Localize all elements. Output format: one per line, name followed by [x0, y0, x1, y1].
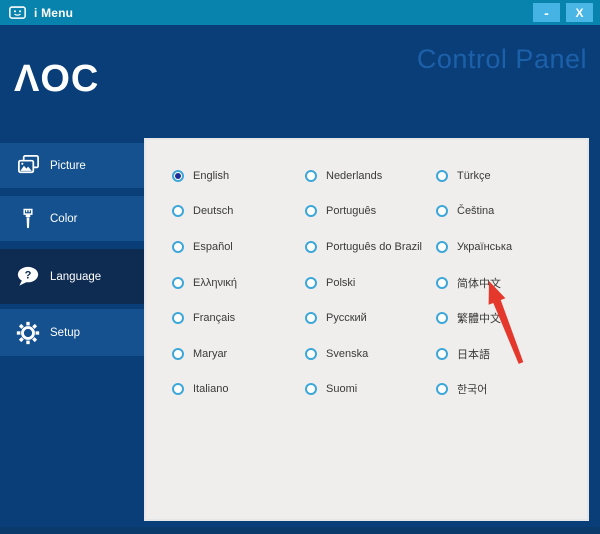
language-label: Svenska	[326, 347, 369, 360]
sidebar-item-color[interactable]: Color	[0, 196, 144, 241]
language-option-ukrainian[interactable]: Українська	[436, 229, 512, 265]
radio-icon[interactable]	[305, 347, 317, 360]
language-label: 简体中文	[457, 277, 501, 290]
language-label: Maryar	[193, 347, 228, 360]
language-label: English	[193, 169, 230, 182]
radio-icon[interactable]	[172, 276, 184, 289]
language-option-greek[interactable]: Ελληνική	[172, 265, 237, 301]
picture-icon	[15, 153, 41, 178]
language-panel: English Deutsch Español Ελληνική Françai…	[144, 138, 589, 521]
minimize-icon: -	[544, 4, 549, 21]
imenu-window: i Menu - X ΛOC Control Panel Picture Col…	[0, 0, 600, 534]
gear-icon	[15, 320, 41, 346]
language-option-japanese[interactable]: 日本語	[436, 336, 512, 372]
radio-icon[interactable]	[172, 383, 184, 396]
radio-icon[interactable]	[305, 383, 317, 396]
close-button[interactable]: X	[566, 3, 593, 22]
radio-icon[interactable]	[305, 169, 317, 182]
question-mark-glyph: ?	[25, 270, 32, 282]
language-label: 한국어	[457, 384, 488, 397]
language-option-cestina[interactable]: Čeština	[436, 194, 512, 230]
language-option-russian[interactable]: Русский	[305, 300, 422, 336]
language-label: 日本語	[457, 348, 490, 361]
language-option-polski[interactable]: Polski	[305, 265, 422, 301]
title-bar[interactable]: i Menu	[0, 0, 600, 25]
radio-icon[interactable]	[172, 205, 184, 218]
language-option-portugues[interactable]: Português	[305, 194, 422, 230]
radio-icon[interactable]	[436, 205, 448, 218]
bottom-edge	[0, 527, 600, 534]
radio-icon[interactable]	[305, 240, 317, 253]
language-label: Italiano	[193, 383, 229, 396]
radio-icon[interactable]	[436, 347, 448, 360]
close-icon: X	[575, 5, 584, 20]
language-label: Français	[193, 312, 236, 325]
language-label: Polski	[326, 276, 356, 289]
language-label: 繁體中文	[457, 313, 501, 326]
radio-icon[interactable]	[436, 383, 448, 396]
radio-icon[interactable]	[172, 312, 184, 325]
language-option-suomi[interactable]: Suomi	[305, 372, 422, 408]
language-option-english[interactable]: English	[172, 158, 237, 194]
language-label: Русский	[326, 312, 367, 325]
language-label: Čeština	[457, 205, 495, 218]
radio-icon[interactable]	[305, 276, 317, 289]
language-label: Українська	[457, 240, 513, 253]
sidebar-item-language[interactable]: ? Language	[0, 249, 144, 304]
radio-icon[interactable]	[172, 169, 184, 182]
language-option-simplified-chinese[interactable]: 简体中文	[436, 265, 512, 301]
language-option-svenska[interactable]: Svenska	[305, 336, 422, 372]
minimize-button[interactable]: -	[533, 3, 560, 22]
language-option-deutsch[interactable]: Deutsch	[172, 194, 237, 230]
language-option-francais[interactable]: Français	[172, 300, 237, 336]
sidebar-item-label: Language	[50, 270, 102, 283]
language-label: Deutsch	[193, 205, 234, 218]
radio-icon[interactable]	[436, 276, 448, 289]
language-option-italiano[interactable]: Italiano	[172, 372, 237, 408]
radio-icon[interactable]	[172, 347, 184, 360]
question-bubble-icon: ?	[15, 264, 41, 289]
language-column-1: English Deutsch Español Ελληνική Françai…	[172, 158, 237, 407]
language-option-korean[interactable]: 한국어	[436, 372, 512, 408]
radio-icon[interactable]	[305, 205, 317, 218]
language-label: Português do Brazil	[326, 240, 422, 253]
paintbrush-icon	[15, 207, 41, 231]
language-option-espanol[interactable]: Español	[172, 229, 237, 265]
language-label: Suomi	[326, 383, 358, 396]
page-title: Control Panel	[416, 44, 587, 74]
language-option-portugues-brazil[interactable]: Português do Brazil	[305, 229, 422, 265]
smiley-monitor-icon	[9, 5, 26, 20]
language-option-magyar[interactable]: Maryar	[172, 336, 237, 372]
radio-icon[interactable]	[436, 240, 448, 253]
radio-icon[interactable]	[436, 169, 448, 182]
window-title: i Menu	[34, 5, 74, 20]
language-label: Nederlands	[326, 169, 383, 182]
sidebar-item-label: Setup	[50, 326, 81, 339]
language-option-traditional-chinese[interactable]: 繁體中文	[436, 300, 512, 336]
sidebar-item-picture[interactable]: Picture	[0, 143, 144, 188]
language-column-3: Türkçe Čeština Українська 简体中文 繁體中文 日本語	[436, 158, 512, 407]
language-label: Türkçe	[457, 169, 491, 182]
aoc-logo: ΛOC	[14, 58, 100, 100]
language-label: Português	[326, 205, 377, 218]
radio-icon[interactable]	[305, 312, 317, 325]
language-label: Español	[193, 240, 233, 253]
sidebar-item-label: Color	[50, 212, 78, 225]
radio-icon[interactable]	[172, 240, 184, 253]
language-option-nederlands[interactable]: Nederlands	[305, 158, 422, 194]
language-label: Ελληνική	[193, 276, 238, 289]
language-option-turkce[interactable]: Türkçe	[436, 158, 512, 194]
sidebar-item-setup[interactable]: Setup	[0, 309, 144, 356]
sidebar-item-label: Picture	[50, 159, 86, 172]
language-column-2: Nederlands Português Português do Brazil…	[305, 158, 422, 407]
radio-icon[interactable]	[436, 312, 448, 325]
